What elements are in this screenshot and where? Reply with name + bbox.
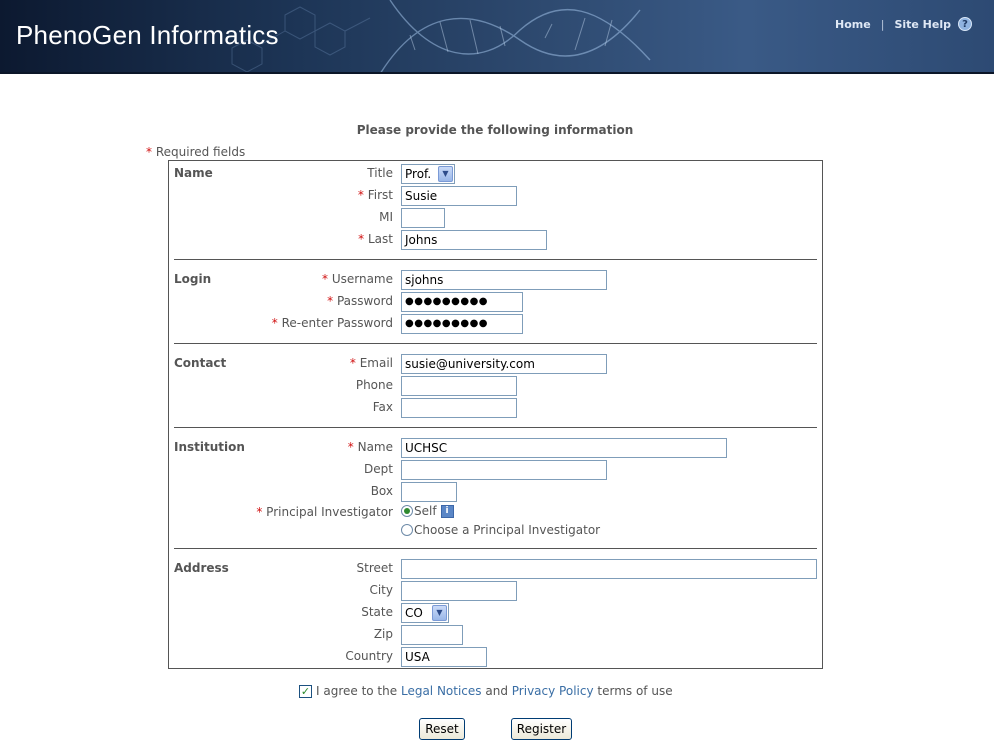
site-help-link[interactable]: Site Help	[894, 18, 951, 31]
password-label: * Password	[327, 294, 393, 308]
reenter-password-input[interactable]: ●●●●●●●●●	[401, 314, 523, 334]
section-title-institution: Institution	[174, 440, 245, 454]
form-heading: Please provide the following information	[356, 123, 634, 137]
email-label: * Email	[349, 356, 393, 370]
pi-option-choose[interactable]: Choose a Principal Investigator	[401, 523, 600, 537]
phone-label: Phone	[355, 378, 393, 392]
legal-notices-link[interactable]: Legal Notices	[401, 684, 482, 698]
street-label: Street	[356, 561, 393, 575]
section-title-login: Login	[174, 272, 212, 286]
section-divider	[174, 548, 817, 549]
pi-option-self[interactable]: Self i	[401, 504, 454, 518]
help-circle-icon[interactable]: ?	[958, 17, 972, 31]
reenter-password-label: * Re-enter Password	[271, 316, 393, 330]
dept-label: Dept	[364, 462, 393, 476]
mi-label: MI	[379, 210, 393, 224]
home-link[interactable]: Home	[835, 18, 871, 31]
password-input[interactable]: ●●●●●●●●●	[401, 292, 523, 312]
section-divider	[174, 343, 817, 344]
phone-input[interactable]	[401, 376, 517, 396]
zip-input[interactable]	[401, 625, 463, 645]
registration-form: Name Title Prof. ▼ * First Susie MI * La…	[168, 160, 823, 669]
last-name-label: * Last	[358, 232, 393, 246]
title-label: Title	[367, 166, 393, 180]
state-label: State	[361, 605, 393, 619]
dept-input[interactable]	[401, 460, 607, 480]
fax-input[interactable]	[401, 398, 517, 418]
street-input[interactable]	[401, 559, 817, 579]
required-note-text: Required fields	[155, 145, 246, 159]
agree-and: and	[485, 684, 508, 698]
agree-prefix: I agree to the	[316, 684, 398, 698]
chevron-down-icon: ▼	[438, 166, 453, 182]
section-divider	[174, 259, 817, 260]
institution-name-input[interactable]: UCHSC	[401, 438, 727, 458]
pi-choose-radio[interactable]	[401, 524, 413, 536]
city-label: City	[369, 583, 393, 597]
section-title-name: Name	[174, 166, 213, 180]
app-title: PhenoGen Informatics	[16, 20, 279, 50]
institution-name-label: * Name	[347, 440, 393, 454]
register-button[interactable]: Register	[511, 718, 572, 740]
last-name-input[interactable]: Johns	[401, 230, 547, 250]
chevron-down-icon: ▼	[432, 605, 447, 621]
first-name-label: * First	[357, 188, 393, 202]
principal-investigator-label: * Principal Investigator	[256, 505, 393, 519]
top-nav: Home | Site Help ?	[835, 17, 972, 31]
city-input[interactable]	[401, 581, 517, 601]
terms-agreement: ✓ I agree to the Legal Notices and Priva…	[299, 684, 673, 698]
nav-separator: |	[880, 17, 885, 31]
fax-label: Fax	[372, 400, 393, 414]
state-select[interactable]: CO ▼	[401, 603, 449, 623]
pi-self-label: Self	[414, 504, 437, 518]
username-label: * Username	[322, 272, 393, 286]
first-name-input[interactable]: Susie	[401, 186, 517, 206]
email-input[interactable]: susie@university.com	[401, 354, 607, 374]
section-divider	[174, 427, 817, 428]
info-icon[interactable]: i	[440, 504, 454, 518]
country-input[interactable]: USA	[401, 647, 487, 667]
section-title-address: Address	[174, 561, 229, 575]
section-title-contact: Contact	[174, 356, 227, 370]
pi-self-radio[interactable]	[401, 505, 413, 517]
mi-input[interactable]	[401, 208, 445, 228]
required-fields-note: * Required fields	[146, 145, 245, 159]
country-label: Country	[345, 649, 393, 663]
agree-suffix: terms of use	[597, 684, 673, 698]
box-input[interactable]	[401, 482, 457, 502]
pi-choose-label: Choose a Principal Investigator	[414, 523, 601, 537]
privacy-policy-link[interactable]: Privacy Policy	[512, 684, 594, 698]
box-label: Box	[370, 484, 393, 498]
required-marker: *	[146, 145, 152, 159]
reset-button[interactable]: Reset	[419, 718, 465, 740]
app-header: PhenoGen Informatics Home | Site Help ?	[0, 0, 994, 74]
zip-label: Zip	[373, 627, 393, 641]
title-select[interactable]: Prof. ▼	[401, 164, 455, 184]
agree-checkbox[interactable]: ✓	[299, 684, 312, 698]
username-input[interactable]: sjohns	[401, 270, 607, 290]
